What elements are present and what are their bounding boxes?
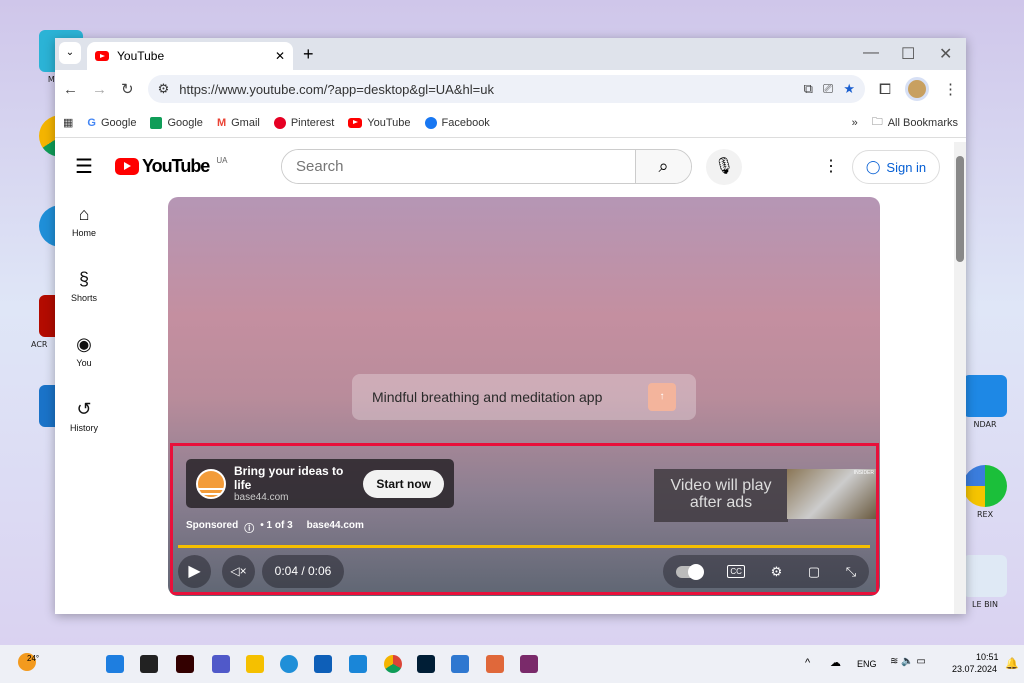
settings-gear-icon[interactable]: ⚙	[771, 564, 783, 580]
sponsored-line: Sponsored ⓘ • 1 of 3 base44.com	[186, 520, 364, 535]
youtube-sidebar: ⌂ Home § Shorts ◉ You ↺ History	[55, 196, 113, 456]
advertiser-logo	[196, 468, 226, 499]
notification-bell-icon[interactable]: 🔔	[1005, 657, 1019, 670]
onedrive-icon[interactable]: ☁	[830, 656, 841, 669]
sidebar-item-shorts[interactable]: § Shorts	[55, 261, 113, 326]
tab-strip: ⌄ YouTube ✕ + — ☐ ✕	[55, 38, 966, 70]
taskbar-app-chrome[interactable]	[384, 655, 402, 673]
taskbar-app-powerpoint[interactable]	[486, 655, 504, 673]
taskbar-app-teams[interactable]	[212, 655, 230, 673]
all-bookmarks[interactable]: 🗀 All Bookmarks	[872, 113, 958, 132]
info-icon[interactable]: ⓘ	[244, 520, 254, 535]
you-icon: ◉	[76, 334, 92, 354]
address-bar[interactable]: ⚙ https://www.youtube.com/?app=desktop&gl…	[147, 75, 865, 103]
taskbar-app-winrar[interactable]	[520, 655, 538, 673]
taskbar-app-illustrator[interactable]	[176, 655, 194, 673]
video-player[interactable]: Mindful breathing and meditation app ↑ Br…	[168, 197, 880, 596]
send-arrow-icon: ↑	[648, 383, 676, 411]
start-now-button[interactable]: Start now	[363, 469, 444, 498]
sidebar-item-history[interactable]: ↺ History	[55, 391, 113, 456]
play-button[interactable]: ▶	[178, 555, 211, 588]
history-icon: ↺	[76, 399, 92, 419]
bookmark-google[interactable]: G Google	[87, 117, 136, 129]
taskbar: 24° ^ ☁ ENG ≋ 🔈 ▭ 10:51 23.07.2024 🔔	[0, 645, 1024, 683]
progress-fill	[178, 545, 870, 548]
youtube-favicon	[95, 51, 109, 61]
install-app-icon[interactable]: ⎚	[823, 81, 833, 97]
search-input[interactable]	[282, 150, 635, 183]
progress-bar[interactable]	[178, 545, 870, 548]
reload-icon[interactable]: ↻	[121, 80, 134, 98]
toolbar: ← → ↻ ⚙ https://www.youtube.com/?app=desk…	[55, 70, 966, 108]
video-will-play-box[interactable]: Video will play after ads	[654, 469, 788, 522]
youtube-header: ☰ YouTubeUA ⌕ 🎙 ⋮ ◯Sign in	[55, 142, 954, 192]
bookmarks-bar: ▦ G Google Google M Gmail Pinterest YouTub…	[55, 108, 966, 138]
network-volume-battery-icons[interactable]: ≋ 🔈 ▭	[890, 656, 926, 667]
close-tab-icon[interactable]: ✕	[275, 49, 285, 63]
page-scrollbar[interactable]	[954, 142, 966, 614]
search-box[interactable]: ⌕	[281, 149, 692, 184]
site-info-icon[interactable]: ⚙	[158, 81, 170, 97]
taskbar-app-task-view[interactable]	[140, 655, 158, 673]
new-tab-button[interactable]: +	[303, 44, 314, 65]
miniplayer-icon[interactable]: ▢	[808, 564, 820, 580]
ad-prompt-card: Mindful breathing and meditation app ↑	[352, 374, 696, 420]
shorts-icon: §	[78, 269, 89, 289]
apps-icon[interactable]: ▦	[63, 116, 73, 129]
voice-search-button[interactable]: 🎙	[706, 149, 742, 185]
bookmark-youtube[interactable]: YouTube	[348, 117, 411, 129]
youtube-logo[interactable]: YouTube UA	[115, 156, 227, 177]
bookmark-pinterest[interactable]: Pinterest	[273, 116, 334, 129]
next-video-thumbnail[interactable]: INSIDER	[787, 469, 876, 519]
extensions-icon[interactable]: ⧠	[879, 81, 891, 98]
bookmark-star-icon[interactable]: ★	[843, 81, 855, 97]
bookmark-gmail[interactable]: M Gmail	[217, 117, 260, 129]
home-icon: ⌂	[78, 204, 90, 224]
browser-window: ⌄ YouTube ✕ + — ☐ ✕ ← → ↻ ⚙ https://www.yo…	[55, 38, 966, 614]
back-icon[interactable]: ←	[63, 81, 78, 98]
mute-button[interactable]: ◁×	[222, 555, 255, 588]
start-button[interactable]	[106, 655, 124, 673]
tray-overflow-icon[interactable]: ^	[805, 657, 810, 669]
time-display: 0:04 / 0:06	[262, 555, 344, 588]
minimize-button[interactable]: —	[863, 44, 879, 62]
taskbar-app-photos[interactable]	[451, 655, 469, 673]
hamburger-menu-icon[interactable]: ☰	[75, 154, 93, 179]
sidebar-item-home[interactable]: ⌂ Home	[55, 196, 113, 261]
forward-icon[interactable]: →	[92, 81, 107, 98]
tab-search-button[interactable]: ⌄	[59, 42, 81, 64]
taskbar-app-edge[interactable]	[280, 655, 298, 673]
autoplay-toggle[interactable]	[675, 563, 704, 580]
taskbar-app-store[interactable]	[314, 655, 332, 673]
close-window-button[interactable]: ✕	[939, 44, 952, 64]
search-button[interactable]: ⌕	[635, 150, 691, 183]
settings-menu-icon[interactable]: ⋮	[823, 156, 839, 176]
right-controls: CC ⚙ ▢ ⤡	[663, 555, 869, 588]
sign-in-button[interactable]: ◯ Sign in	[852, 150, 940, 184]
bookmark-google-drive[interactable]: Google	[150, 116, 203, 129]
fullscreen-icon[interactable]: ⤡	[846, 564, 856, 580]
captions-icon[interactable]: CC	[727, 565, 745, 578]
taskbar-app-explorer[interactable]	[246, 655, 264, 673]
maximize-button[interactable]: ☐	[901, 44, 915, 64]
taskbar-app-photoshop[interactable]	[417, 655, 435, 673]
profile-avatar[interactable]	[905, 77, 929, 101]
account-icon: ◯	[865, 159, 881, 174]
menu-icon[interactable]: ⋮	[943, 80, 958, 98]
translate-icon[interactable]: ⧉	[804, 81, 813, 97]
bookmark-facebook[interactable]: Facebook	[424, 116, 490, 129]
ad-card[interactable]: Bring your ideas to life base44.com Start…	[186, 459, 454, 508]
more-bookmarks-icon[interactable]: »	[852, 117, 858, 129]
sidebar-item-you[interactable]: ◉ You	[55, 326, 113, 391]
taskbar-app-mail[interactable]	[349, 655, 367, 673]
tab-youtube[interactable]: YouTube ✕	[87, 42, 293, 70]
